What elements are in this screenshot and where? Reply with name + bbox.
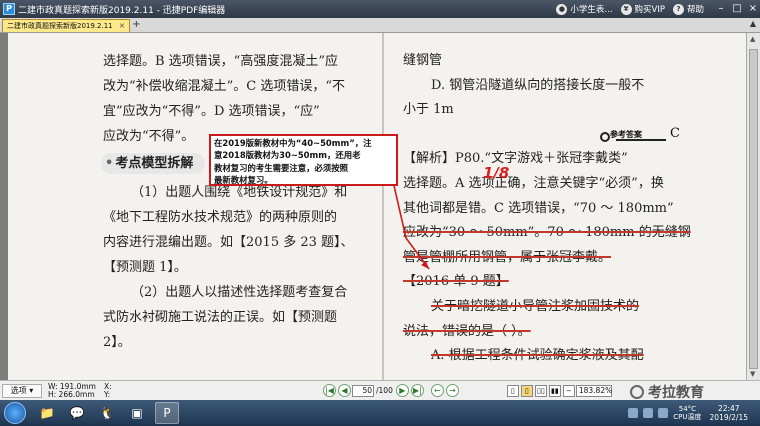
qq-icon[interactable]: 🐧	[95, 402, 119, 424]
close-icon[interactable]: ×	[746, 2, 760, 16]
media-player-icon[interactable]: ▣	[125, 402, 149, 424]
collapse-icon[interactable]: ▲	[750, 19, 756, 28]
callout-line: 教材复习的考生需要注意，必须按照	[214, 162, 348, 173]
callout-line: 在2019版新教材中为“40~50mm”，注	[214, 138, 372, 148]
clock[interactable]: 22:47 2019/2/15	[710, 404, 748, 422]
tab-document[interactable]: 二建市政真题探索新版2019.2.11 ×	[2, 19, 131, 32]
prev-page-icon[interactable]: ◀	[338, 384, 351, 397]
help-button[interactable]: ? 帮助	[672, 3, 704, 15]
two-page-continuous-icon[interactable]: ▮▮	[548, 384, 561, 397]
user-avatar-icon: ●	[556, 3, 568, 15]
clock-date: 2019/2/15	[709, 413, 748, 422]
title-bar: P 二建市政真题探索新版2019.2.11 - 迅捷PDF编辑器 ● 小学生表.…	[0, 0, 760, 18]
annotation-arrow	[389, 167, 430, 270]
page-total: /100	[376, 386, 393, 395]
help-label: 帮助	[686, 5, 704, 15]
buy-vip-button[interactable]: ¥ 购买VIP	[620, 3, 665, 15]
callout-note[interactable]: 在2019版新教材中为“40~50mm”，注 意2018版教材为30~50mm，…	[209, 134, 398, 186]
page-navigation: |◀ ◀ 50 /100 ▶ ▶| ← →	[322, 384, 460, 397]
buy-vip-label: 购买VIP	[634, 5, 665, 15]
user-account[interactable]: ● 小学生表...	[556, 3, 613, 15]
continuous-page-icon[interactable]: ▯	[520, 384, 533, 397]
callout-line: 最新教材复习。	[214, 174, 273, 185]
vertical-scrollbar[interactable]: ▲ ▼	[746, 33, 760, 380]
select-mode-dropdown[interactable]: 选项 ▾	[2, 383, 42, 398]
cursor-y-label: Y:	[104, 389, 111, 399]
pdf-page: 选择题。B 选项错误，“高强度混凝土”应 改为“补偿收缩混凝土”。C 选项错误，…	[8, 33, 746, 380]
zoom-out-icon[interactable]: −	[562, 384, 575, 397]
page-height: H: 266.0mm	[48, 389, 95, 399]
app-icon: P	[3, 3, 15, 15]
callout-line: 意2018版教材为30~50mm，还用老	[214, 150, 361, 161]
back-icon[interactable]: ←	[430, 384, 444, 397]
last-page-icon[interactable]: ▶|	[410, 384, 424, 397]
tab-close-icon[interactable]: ×	[119, 20, 126, 32]
pdf-editor-taskbar-icon[interactable]: P	[155, 402, 179, 424]
view-controls: ▯ ▯ ▯▯ ▮▮ − 183.82%	[506, 384, 612, 397]
tab-label: 二建市政真题探索新版2019.2.11	[7, 22, 113, 30]
select-mode-label: 选项	[10, 386, 27, 395]
taskbar: 📁 💬 🐧 ▣ P 54°C CPU温度 22:47 2019/2/15	[0, 400, 760, 426]
wechat-icon[interactable]: 💬	[65, 402, 89, 424]
forward-icon[interactable]: →	[445, 384, 459, 397]
tray-volume-icon[interactable]	[643, 408, 654, 418]
cpu-temperature: 54°C CPU温度	[673, 405, 701, 421]
window-title: 二建市政真题探索新版2019.2.11 - 迅捷PDF编辑器	[18, 5, 226, 16]
minimize-icon[interactable]: –	[714, 2, 728, 16]
cpu-temp-value: 54°C	[678, 405, 697, 413]
single-page-icon[interactable]: ▯	[506, 384, 519, 397]
explorer-icon[interactable]: 📁	[35, 402, 59, 424]
system-tray: 54°C CPU温度 22:47 2019/2/15	[628, 400, 760, 426]
help-icon: ?	[672, 3, 684, 15]
watermark-logo-icon	[630, 385, 644, 399]
start-button[interactable]	[4, 402, 26, 424]
scrollbar-thumb[interactable]	[749, 49, 758, 369]
user-name: 小学生表...	[570, 5, 613, 15]
document-view[interactable]: 选择题。B 选项错误，“高强度混凝土”应 改为“补偿收缩混凝土”。C 选项错误，…	[0, 33, 760, 380]
zoom-level-input[interactable]: 183.82%	[575, 384, 612, 397]
tab-bar: 二建市政真题探索新版2019.2.11 × + ▲	[0, 18, 760, 33]
tray-notification-icon[interactable]	[658, 408, 669, 418]
next-page-icon[interactable]: ▶	[395, 384, 409, 397]
watermark-text: 考拉教育	[648, 385, 704, 401]
tray-network-icon[interactable]	[628, 408, 639, 418]
clock-time: 22:47	[717, 404, 740, 413]
add-tab-button[interactable]: +	[130, 19, 142, 32]
two-page-icon[interactable]: ▯▯	[534, 384, 547, 397]
vip-icon: ¥	[620, 3, 632, 15]
cpu-temp-label: CPU温度	[673, 413, 702, 421]
page-dimensions: W: 191.0mm H: 266.0mm	[48, 382, 100, 399]
scroll-down-icon[interactable]: ▼	[750, 370, 755, 378]
watermark: 考拉教育	[630, 382, 704, 402]
scroll-up-icon[interactable]: ▲	[750, 35, 755, 43]
maximize-icon[interactable]: □	[730, 2, 744, 16]
title-bar-right: ● 小学生表... ¥ 购买VIP ? 帮助 – □ ×	[556, 0, 760, 18]
first-page-icon[interactable]: |◀	[323, 384, 336, 397]
page-number-input[interactable]: 50	[352, 384, 374, 397]
cursor-coordinates: X: Y:	[104, 382, 124, 399]
